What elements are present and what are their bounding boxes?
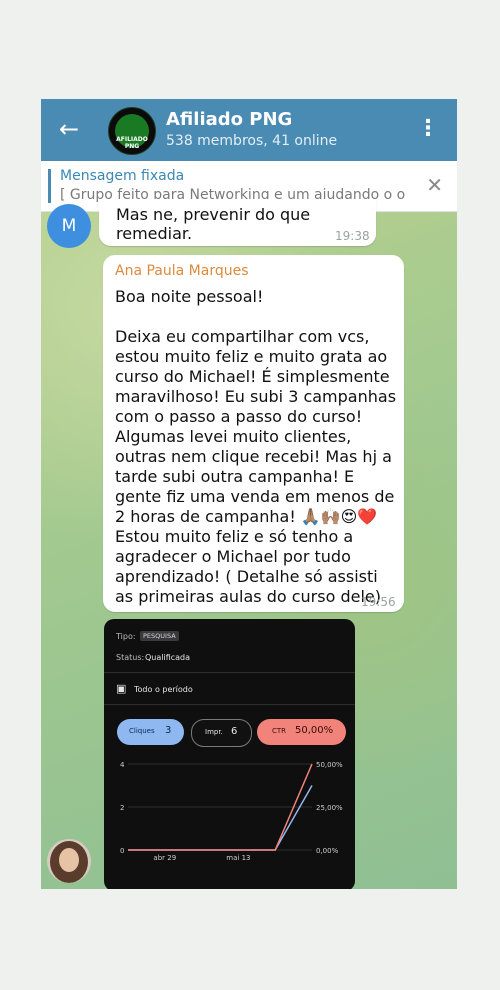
back-arrow-icon[interactable]: ← xyxy=(59,115,79,143)
message-text: Boa noite pessoal! Deixa eu compartilhar… xyxy=(115,287,397,606)
y2-tick-label: 25,00% xyxy=(316,804,343,812)
y-tick-label: 2 xyxy=(120,804,124,812)
avatar[interactable]: M xyxy=(47,204,91,248)
message-bubble[interactable]: Ana Paula Marques Boa noite pessoal! Dei… xyxy=(103,255,404,612)
divider xyxy=(104,704,355,705)
tipo-badge: PESQUISA xyxy=(140,631,179,641)
message-sender[interactable]: Ana Paula Marques xyxy=(115,263,249,279)
group-logo-text: AFILIADO PNG xyxy=(116,136,148,150)
metric-value: 6 xyxy=(231,726,238,737)
message-time: 19:56 xyxy=(361,595,396,609)
phone-screen: ← AFILIADO PNG Afiliado PNG 538 membros,… xyxy=(41,99,457,889)
metric-pill-ctr: CTR 50,00% xyxy=(257,719,346,745)
x-tick-label: mai 13 xyxy=(226,854,250,862)
x-tick-label: abr 29 xyxy=(153,854,176,862)
message-bubble[interactable]: Mas ne, prevenir do que remediar. 19:38 xyxy=(99,199,376,246)
tipo-label: Tipo: xyxy=(116,632,136,641)
chat-header: ← AFILIADO PNG Afiliado PNG 538 membros,… xyxy=(41,99,457,161)
y-tick-label: 0 xyxy=(120,847,124,855)
close-icon[interactable]: ✕ xyxy=(426,173,443,197)
message-time: 19:38 xyxy=(335,229,370,243)
more-options-icon[interactable]: ⋮ xyxy=(417,117,439,141)
metric-label: CTR xyxy=(272,727,287,735)
metric-pill-clicks: Cliques 3 xyxy=(117,719,184,745)
status-label: Status: xyxy=(116,653,145,662)
status-value: Qualificada xyxy=(145,653,191,662)
y2-tick-label: 50,00% xyxy=(316,761,343,769)
line-chart: 4 2 0 50,00% 25,00% 0,00% abr 29 mai 13 xyxy=(120,761,343,862)
metric-value: 3 xyxy=(165,725,172,736)
metric-label: Impr. xyxy=(205,728,223,736)
user-avatar[interactable] xyxy=(47,839,91,883)
pinned-label: Mensagem fixada xyxy=(60,168,185,184)
y-tick-label: 4 xyxy=(120,761,125,769)
chat-title[interactable]: Afiliado PNG xyxy=(166,109,292,130)
group-avatar[interactable]: AFILIADO PNG xyxy=(108,107,156,155)
y2-tick-label: 0,00% xyxy=(316,847,339,855)
pinned-indicator xyxy=(48,169,51,203)
metric-pill-impressions: Impr. 6 xyxy=(191,719,252,747)
series-line-0 xyxy=(128,785,313,851)
divider xyxy=(104,672,355,673)
chat-subtitle: 538 membros, 41 online xyxy=(166,133,338,149)
metric-value: 50,00% xyxy=(295,725,334,736)
screenshot-image[interactable]: Tipo: PESQUISA Status: Qualificada ▣ Tod… xyxy=(104,619,355,889)
calendar-icon: ▣ xyxy=(116,682,127,695)
period-label: Todo o período xyxy=(134,685,193,694)
metric-label: Cliques xyxy=(129,727,155,735)
